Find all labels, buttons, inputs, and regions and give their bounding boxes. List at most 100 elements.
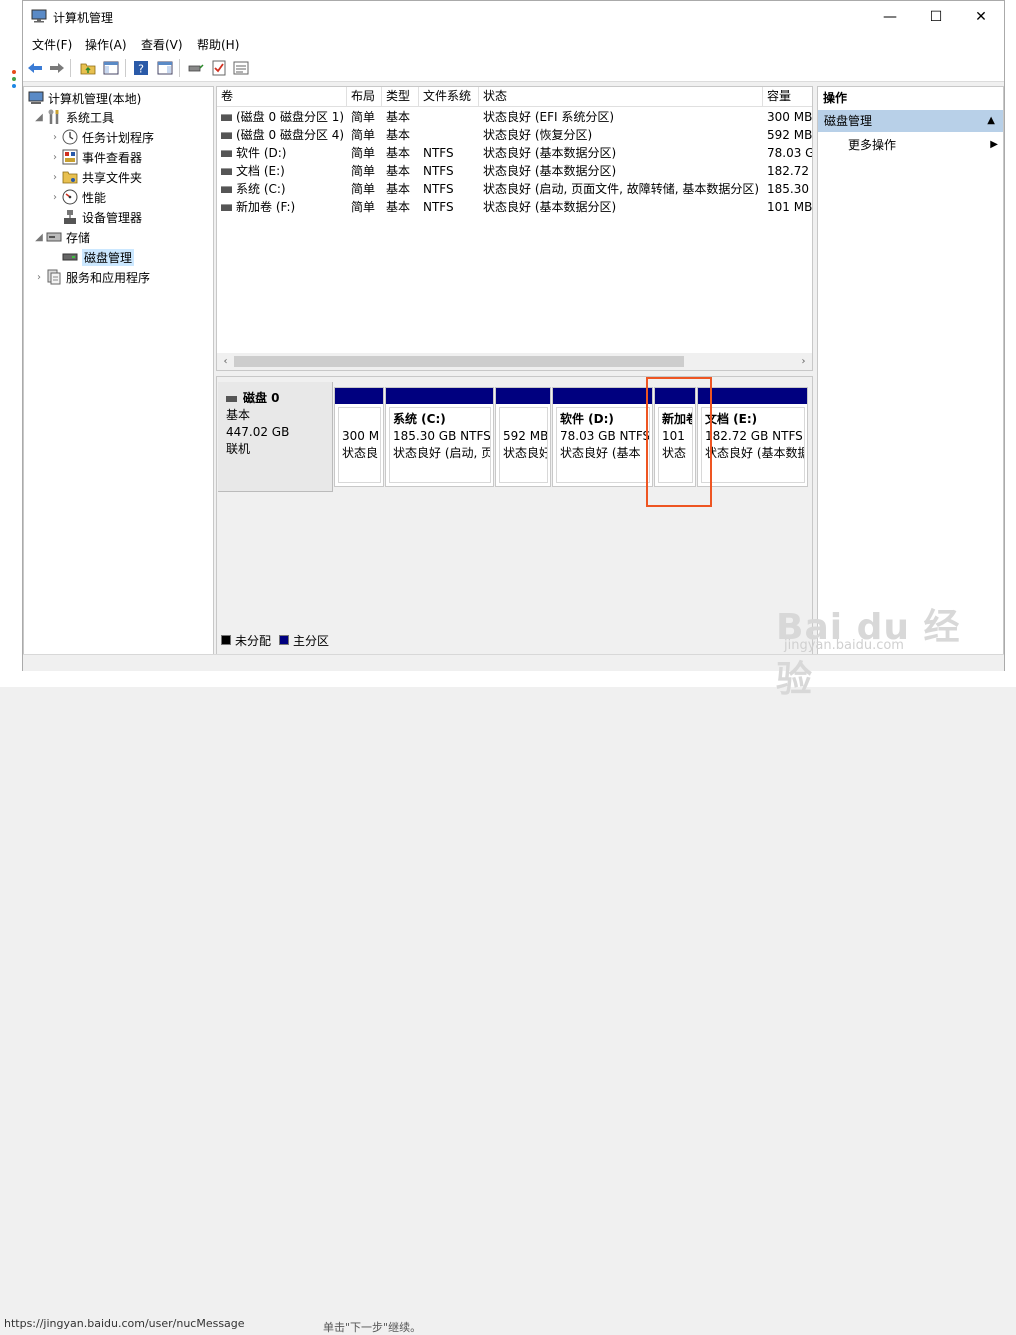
event-viewer-icon: [62, 149, 78, 165]
partition-size: 182.72 GB NTFS: [705, 429, 803, 443]
table-row[interactable]: (磁盘 0 磁盘分区 4) 简单 基本 状态良好 (恢复分区) 592 MB: [217, 126, 813, 144]
expand-arrow-icon[interactable]: ›: [48, 152, 62, 163]
cell-filesystem: [419, 108, 479, 126]
tree-item-event-viewer[interactable]: › 事件查看器: [48, 148, 142, 166]
cell-status: 状态良好 (启动, 页面文件, 故障转储, 基本数据分区): [483, 182, 760, 196]
partition-bar: [698, 388, 807, 404]
expand-arrow-icon[interactable]: ›: [48, 172, 62, 183]
cell-volume: 文档 (E:): [217, 162, 347, 180]
collapse-up-icon[interactable]: ▲: [987, 110, 995, 132]
tree-item-disk-management[interactable]: 磁盘管理: [48, 248, 135, 266]
tree-item-shared-folders[interactable]: › 共享文件夹: [48, 168, 142, 186]
table-row[interactable]: 系统 (C:) 简单 基本 NTFS 状态良好 (启动, 页面文件, 故障转储,…: [217, 180, 812, 198]
cell-type: 基本: [386, 110, 411, 124]
scroll-right-icon[interactable]: ›: [795, 353, 812, 370]
collapse-arrow-icon[interactable]: ◢: [32, 112, 46, 123]
table-row[interactable]: 新加卷 (F:) 简单 基本 NTFS 状态良好 (基本数据分区) 101 MB: [217, 198, 812, 216]
cell-filesystem: [419, 126, 479, 144]
forward-arrow-icon[interactable]: [48, 59, 66, 77]
disk-status: 联机: [226, 442, 251, 456]
partition-name: [503, 411, 544, 428]
console-tree: 计算机管理(本地) ◢ 系统工具 › 任务计划程序 › 事件查看器 › 共享文件…: [23, 86, 214, 656]
tree-item-computer-management[interactable]: 计算机管理(本地): [26, 89, 141, 107]
disk-label[interactable]: 磁盘 0 基本 447.02 GB 联机: [218, 382, 333, 492]
properties-icon[interactable]: [232, 59, 250, 77]
disk-icon: [226, 395, 237, 402]
list-header: 卷 布局 类型 文件系统 状态 容量: [217, 87, 812, 107]
minimize-button[interactable]: —: [867, 1, 913, 32]
partition-body: 软件 (D:) 78.03 GB NTFS 状态良好 (基本: [556, 407, 650, 483]
connect-disk-icon[interactable]: [187, 59, 205, 77]
background-url[interactable]: https://jingyan.baidu.com/user/nucMessag…: [4, 1317, 245, 1330]
table-row[interactable]: 文档 (E:) 简单 基本 NTFS 状态良好 (基本数据分区) 182.72: [217, 162, 812, 180]
computer-management-icon: [31, 9, 47, 23]
horizontal-scrollbar[interactable]: ‹ ›: [217, 353, 812, 370]
partition-name: [342, 411, 377, 428]
close-button[interactable]: ✕: [958, 1, 1004, 32]
menu-file[interactable]: 文件(F): [32, 36, 72, 53]
scroll-left-icon[interactable]: ‹: [217, 353, 234, 370]
maximize-button[interactable]: ☐: [913, 1, 959, 32]
partition-body: 300 M 状态良: [338, 407, 381, 483]
partition-name: 文档 (E:): [705, 412, 758, 426]
menu-help[interactable]: 帮助(H): [197, 36, 239, 53]
menu-view[interactable]: 查看(V): [141, 36, 183, 53]
partition-c[interactable]: 系统 (C:) 185.30 GB NTFS 状态良好 (启动, 页: [385, 387, 494, 487]
volume-list: 卷 布局 类型 文件系统 状态 容量 (磁盘 0 磁盘分区 1) 简单 基本 状…: [216, 86, 813, 371]
back-arrow-icon[interactable]: [26, 59, 44, 77]
title-bar[interactable]: 计算机管理 — ☐ ✕: [23, 1, 1004, 32]
column-header-filesystem[interactable]: 文件系统: [419, 87, 479, 106]
collapse-arrow-icon[interactable]: ◢: [32, 232, 46, 243]
column-header-layout[interactable]: 布局: [347, 87, 382, 106]
expand-arrow-icon[interactable]: ›: [48, 132, 62, 143]
show-action-pane-icon[interactable]: [156, 59, 174, 77]
up-folder-icon[interactable]: [79, 59, 97, 77]
toolbar-separator: [70, 59, 71, 77]
legend-swatch-primary: [279, 635, 290, 645]
expand-arrow-icon[interactable]: ›: [32, 272, 46, 283]
tree-item-performance[interactable]: › 性能: [48, 188, 106, 206]
partition-e[interactable]: 文档 (E:) 182.72 GB NTFS 状态良好 (基本数据: [697, 387, 808, 487]
help-icon[interactable]: ?: [132, 59, 150, 77]
tree-label: 磁盘管理: [82, 248, 135, 266]
column-header-type[interactable]: 类型: [382, 87, 419, 106]
scrollbar-thumb[interactable]: [234, 356, 684, 367]
table-row[interactable]: (磁盘 0 磁盘分区 1) 简单 基本 状态良好 (EFI 系统分区) 300 …: [217, 108, 812, 126]
tree-label: 存储: [66, 230, 91, 245]
toolbar-separator: [179, 59, 180, 77]
actions-section-label: 磁盘管理: [824, 114, 873, 128]
partition-f[interactable]: 新加卷 (F:) 101 状态: [654, 387, 696, 487]
volume-icon: [221, 150, 232, 157]
column-header-status[interactable]: 状态: [479, 87, 763, 106]
tree-item-task-scheduler[interactable]: › 任务计划程序: [48, 128, 154, 146]
cell-volume-text: 新加卷 (F:): [236, 200, 296, 214]
partition-d[interactable]: 软件 (D:) 78.03 GB NTFS 状态良好 (基本: [552, 387, 653, 487]
toolbar: ?: [23, 54, 1004, 82]
cell-capacity: 592 MB: [767, 128, 813, 142]
checklist-icon[interactable]: [210, 59, 228, 77]
cell-volume: (磁盘 0 磁盘分区 1): [217, 108, 347, 126]
tree-item-system-tools[interactable]: ◢ 系统工具: [32, 108, 114, 126]
cell-status: 状态良好 (EFI 系统分区): [483, 110, 615, 124]
expand-arrow-icon[interactable]: ›: [48, 192, 62, 203]
tree-item-services-applications[interactable]: › 服务和应用程序: [32, 268, 150, 286]
menu-action[interactable]: 操作(A): [85, 36, 127, 53]
table-row[interactable]: 软件 (D:) 简单 基本 NTFS 状态良好 (基本数据分区) 78.03 G: [217, 144, 812, 162]
partition-bar: [335, 388, 383, 404]
actions-section-disk-management[interactable]: 磁盘管理 ▲: [818, 110, 1003, 132]
tree-item-device-manager[interactable]: 设备管理器: [48, 208, 142, 226]
cell-type: 基本: [386, 164, 411, 178]
cell-layout: 简单: [351, 182, 376, 196]
partition-size: 300 M: [342, 429, 380, 443]
more-actions-item[interactable]: 更多操作 ▶: [848, 136, 998, 154]
column-header-volume[interactable]: 卷: [217, 87, 347, 106]
partition-efi[interactable]: 300 M 状态良: [334, 387, 384, 487]
partition-recovery[interactable]: 592 MB 状态良好: [495, 387, 551, 487]
show-console-tree-icon[interactable]: [102, 59, 120, 77]
cell-filesystem: NTFS: [423, 200, 454, 214]
cell-capacity: 185.30: [767, 182, 809, 196]
volume-icon: [221, 132, 232, 139]
tree-item-storage[interactable]: ◢ 存储: [32, 228, 90, 246]
column-header-capacity[interactable]: 容量: [763, 87, 812, 106]
computer-management-icon: [28, 90, 44, 106]
